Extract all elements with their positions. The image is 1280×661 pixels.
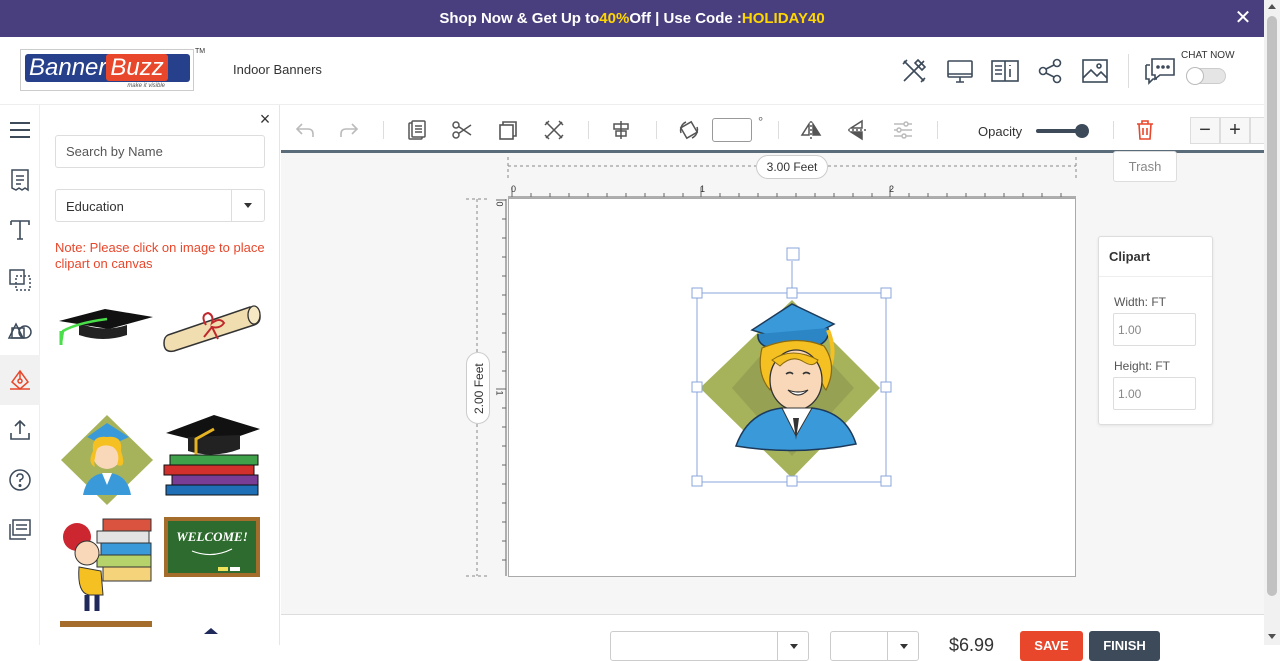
height-label: Height: FT <box>1114 359 1171 373</box>
ruler-h-2: 2 <box>889 184 895 194</box>
width-label: Width: FT <box>1114 295 1167 309</box>
clipart-properties-panel: Clipart Width: FT Height: FT <box>1098 236 1213 425</box>
size-select[interactable] <box>610 631 809 661</box>
finish-button[interactable]: FINISH <box>1089 631 1160 661</box>
clipart-partial-2[interactable] <box>204 621 218 634</box>
canvas-height-pill: 2.00 Feet <box>466 352 490 424</box>
ruler-v-1: 1 <box>494 390 505 396</box>
scroll-down-icon[interactable] <box>1268 634 1276 639</box>
height-input[interactable] <box>1113 377 1196 410</box>
width-input[interactable] <box>1113 313 1196 346</box>
price: $6.99 <box>949 635 995 655</box>
canvas-height-label: 2.00 Feet <box>472 363 486 414</box>
select-divider <box>887 632 888 660</box>
scrollbar-thumb[interactable] <box>1267 16 1277 596</box>
banner-canvas[interactable] <box>508 198 1076 577</box>
ruler-h-0: 0 <box>511 184 517 194</box>
select-divider <box>777 632 778 660</box>
clipart-partial-1[interactable] <box>60 621 152 627</box>
ruler-v-0: 0 <box>494 201 505 207</box>
save-button[interactable]: SAVE <box>1020 631 1083 661</box>
bottom-bar: $6.99 SAVE FINISH <box>281 614 1264 661</box>
selected-clipart-graduate-girl[interactable] <box>509 199 1077 578</box>
page-scrollbar[interactable] <box>1264 0 1280 645</box>
trash-tooltip: Trash <box>1113 151 1177 182</box>
canvas-width-label: 3.00 Feet <box>756 155 828 179</box>
scroll-up-icon[interactable] <box>1268 4 1276 9</box>
quantity-select[interactable] <box>830 631 919 661</box>
ruler-h-1: 1 <box>700 184 706 194</box>
properties-title: Clipart <box>1099 237 1212 277</box>
